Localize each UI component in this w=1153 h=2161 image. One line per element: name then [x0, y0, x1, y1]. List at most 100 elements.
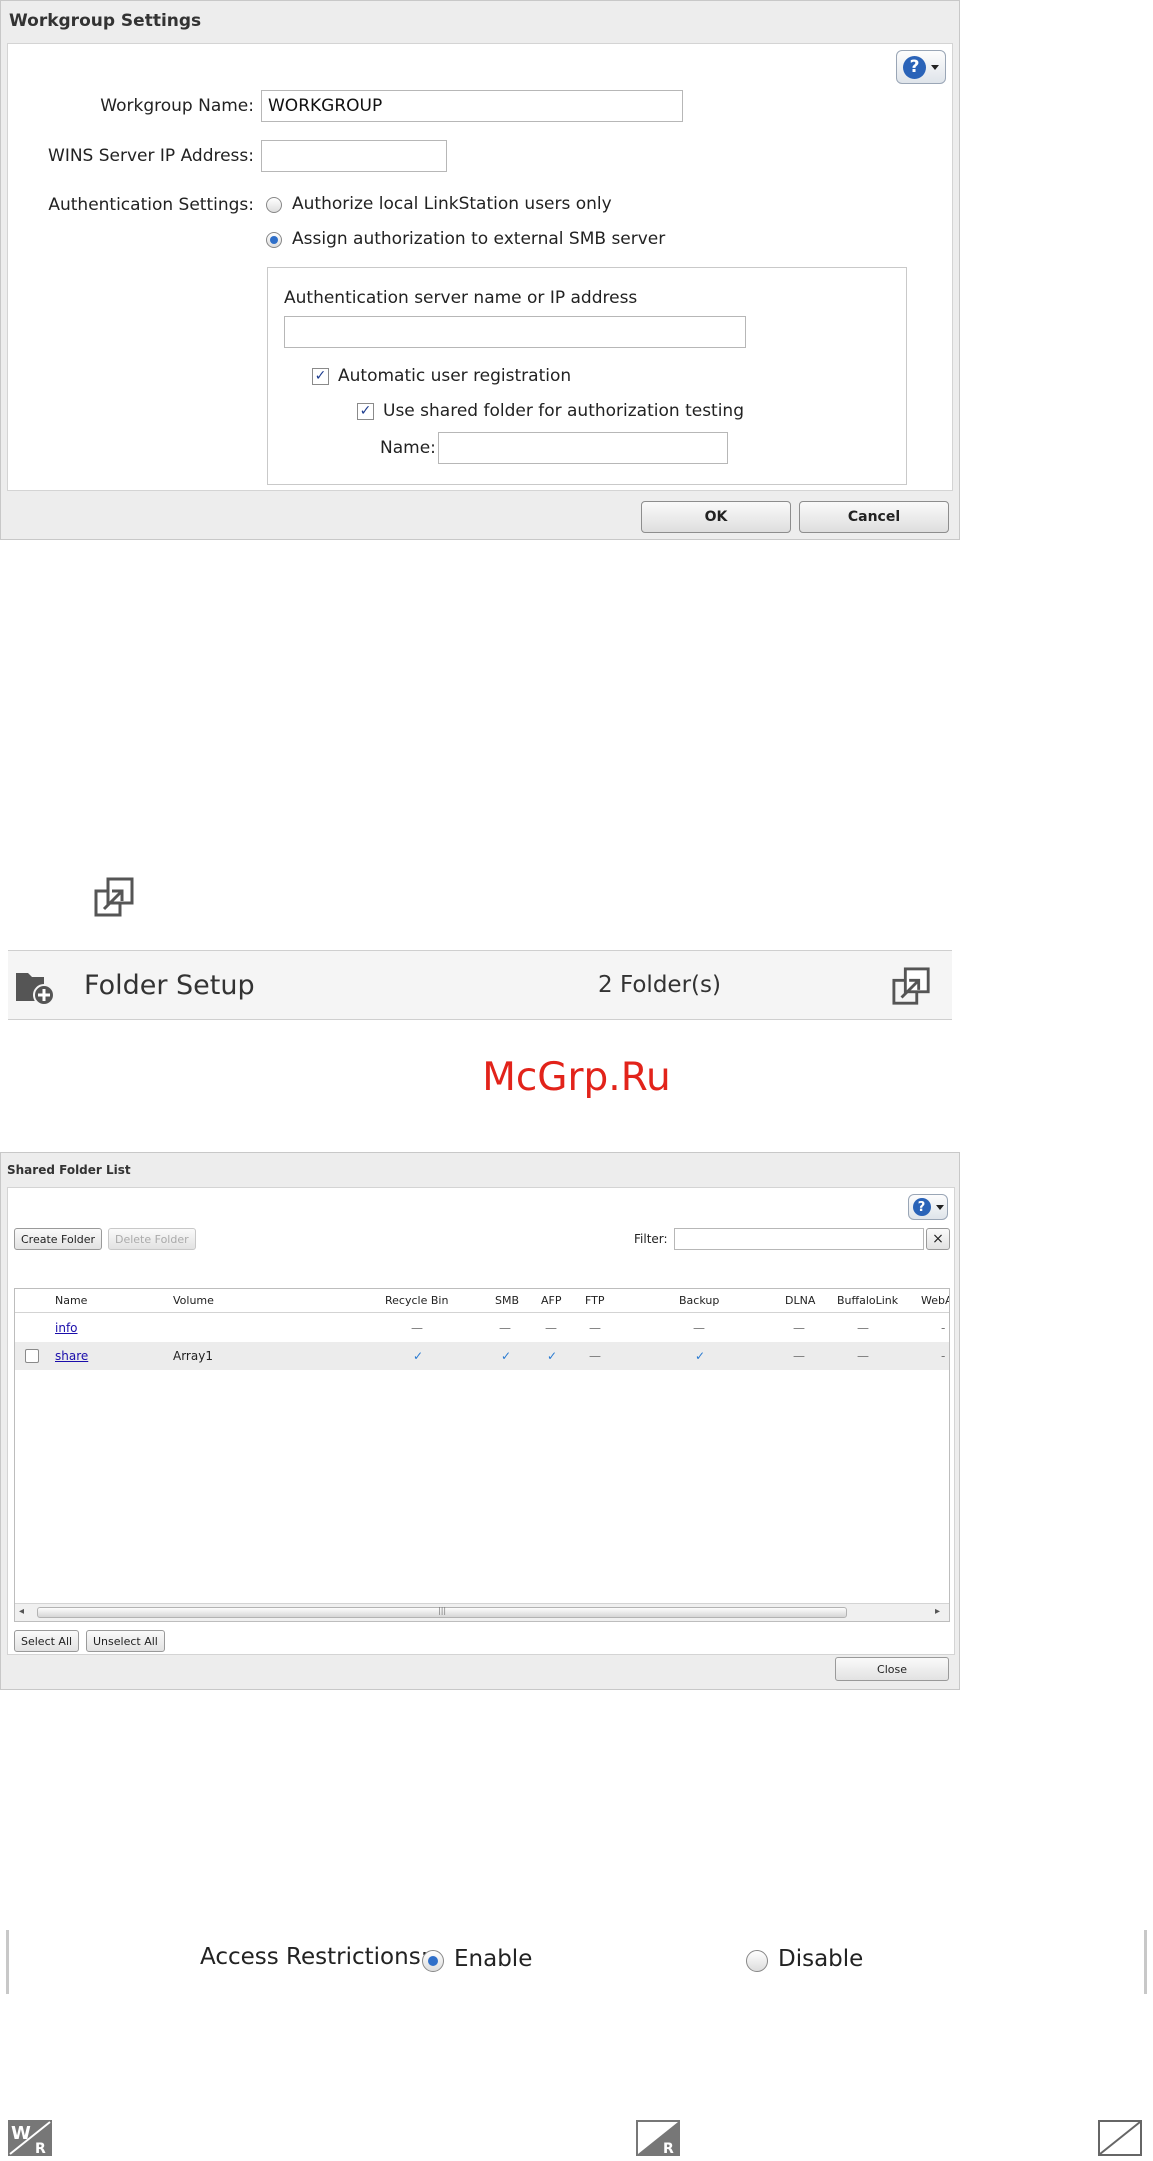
disable-radio[interactable] — [746, 1950, 768, 1972]
chevron-down-icon — [935, 1204, 944, 1210]
recycle-cell: ✓ — [413, 1349, 424, 1363]
help-button[interactable]: ? — [896, 50, 946, 84]
chevron-down-icon — [931, 64, 939, 70]
unselect-all-button[interactable]: Unselect All — [86, 1630, 165, 1652]
shared-folder-test-option[interactable]: ✓ Use shared folder for authorization te… — [357, 401, 777, 423]
ftp-cell: — — [589, 1321, 601, 1335]
ftp-cell: — — [589, 1349, 601, 1363]
auth-settings-label: Authentication Settings: — [48, 195, 254, 215]
create-folder-button[interactable]: Create Folder — [14, 1228, 103, 1250]
name-label: Name: — [380, 438, 436, 458]
help-icon: ? — [912, 1198, 931, 1216]
help-button[interactable]: ? — [908, 1194, 948, 1220]
scroll-left-icon[interactable]: ◂ — [19, 1606, 24, 1617]
workgroup-name-input[interactable] — [261, 90, 683, 122]
dialog-body: ? Create Folder Delete Folder Filter: × … — [7, 1187, 955, 1655]
delete-folder-button[interactable]: Delete Folder — [108, 1228, 196, 1250]
folder-name-link[interactable]: share — [55, 1349, 88, 1363]
scroll-right-icon[interactable]: ▸ — [935, 1606, 940, 1617]
horizontal-scrollbar[interactable]: ◂ ||| ▸ — [15, 1603, 949, 1621]
svg-text:W: W — [11, 2123, 31, 2144]
folder-setup-bar[interactable]: Folder Setup 2 Folder(s) — [8, 950, 952, 1020]
cancel-button[interactable]: Cancel — [799, 501, 949, 533]
grip-icon: ||| — [438, 1606, 447, 1615]
table-row[interactable]: info — — — — — — — - — [15, 1314, 949, 1342]
close-icon: × — [932, 1231, 944, 1247]
close-button[interactable]: Close — [835, 1657, 949, 1681]
expand-icon[interactable] — [94, 877, 136, 919]
folder-name-link[interactable]: info — [55, 1321, 78, 1335]
auto-registration-label: Automatic user registration — [338, 366, 572, 386]
auth-local-radio[interactable] — [266, 197, 282, 213]
watermark-text: McGrp.Ru — [482, 1055, 671, 1100]
ok-button[interactable]: OK — [641, 501, 791, 533]
folder-count: 2 Folder(s) — [598, 972, 721, 998]
auth-option-local[interactable]: Authorize local LinkStation users only — [266, 194, 686, 216]
divider — [6, 1930, 9, 1994]
buffalolink-cell: — — [857, 1321, 869, 1335]
svg-text:R: R — [663, 2141, 674, 2156]
clear-filter-button[interactable]: × — [926, 1228, 950, 1250]
column-header[interactable]: AFP — [541, 1294, 562, 1307]
folder-table: Name Volume Recycle Bin SMB AFP FTP Back… — [14, 1288, 950, 1622]
afp-cell: ✓ — [547, 1349, 558, 1363]
auth-local-label: Authorize local LinkStation users only — [292, 194, 612, 214]
auth-server-label: Authentication server name or IP address — [284, 288, 638, 308]
divider — [1144, 1930, 1147, 1994]
weba-cell: - — [941, 1321, 946, 1335]
auto-registration-option[interactable]: ✓ Automatic user registration — [312, 366, 632, 388]
scrollbar-thumb[interactable]: ||| — [37, 1606, 847, 1618]
no-access-icon — [1098, 2120, 1142, 2156]
backup-cell: ✓ — [695, 1349, 706, 1363]
access-disable-option[interactable]: Disable — [746, 1946, 886, 1976]
column-header[interactable]: Name — [55, 1294, 87, 1307]
row-checkbox[interactable] — [25, 1349, 39, 1363]
table-header: Name Volume Recycle Bin SMB AFP FTP Back… — [15, 1289, 949, 1313]
workgroup-name-label: Workgroup Name: — [100, 96, 254, 116]
smb-cell: — — [499, 1321, 511, 1335]
volume-cell: Array1 — [173, 1349, 213, 1363]
svg-text:R: R — [35, 2141, 46, 2156]
workgroup-settings-dialog: Workgroup Settings ? Workgroup Name: WIN… — [0, 0, 960, 540]
table-row[interactable]: share Array1 ✓ ✓ ✓ — ✓ — — - — [15, 1342, 949, 1370]
auto-registration-checkbox[interactable]: ✓ — [312, 368, 329, 385]
wins-server-label: WINS Server IP Address: — [48, 146, 254, 166]
select-all-button[interactable]: Select All — [14, 1630, 80, 1652]
column-header[interactable]: Volume — [173, 1294, 214, 1307]
enable-label: Enable — [454, 1946, 533, 1972]
column-header[interactable]: FTP — [585, 1294, 605, 1307]
smb-cell: ✓ — [501, 1349, 512, 1363]
wins-server-input[interactable] — [261, 140, 447, 172]
afp-cell: — — [545, 1321, 557, 1335]
column-header[interactable]: WebA — [921, 1294, 949, 1307]
buffalolink-cell: — — [857, 1349, 869, 1363]
shared-folder-test-checkbox[interactable]: ✓ — [357, 403, 374, 420]
disable-label: Disable — [778, 1946, 864, 1972]
column-header[interactable]: DLNA — [785, 1294, 815, 1307]
backup-cell: — — [693, 1321, 705, 1335]
filter-input[interactable] — [674, 1228, 924, 1250]
column-header[interactable]: SMB — [495, 1294, 519, 1307]
auth-server-input[interactable] — [284, 316, 746, 348]
weba-cell: - — [941, 1349, 946, 1363]
column-header[interactable]: Recycle Bin — [385, 1294, 448, 1307]
access-enable-option[interactable]: Enable — [422, 1946, 562, 1976]
auth-external-radio[interactable] — [266, 232, 282, 248]
shared-folder-list-dialog: Shared Folder List ? Create Folder Delet… — [0, 1152, 960, 1690]
name-input[interactable] — [438, 432, 728, 464]
read-write-icon: W R — [8, 2120, 52, 2156]
auth-option-external[interactable]: Assign authorization to external SMB ser… — [266, 229, 686, 251]
folder-setup-title: Folder Setup — [84, 970, 255, 1001]
read-only-icon: R — [636, 2120, 680, 2156]
enable-radio[interactable] — [422, 1950, 444, 1972]
access-restrictions-label: Access Restrictions: — [200, 1944, 429, 1970]
expand-icon[interactable] — [892, 967, 932, 1007]
column-header[interactable]: BuffaloLink — [837, 1294, 898, 1307]
shared-folder-test-label: Use shared folder for authorization test… — [383, 401, 745, 421]
dlna-cell: — — [793, 1349, 805, 1363]
dlna-cell: — — [793, 1321, 805, 1335]
column-header[interactable]: Backup — [679, 1294, 719, 1307]
help-icon: ? — [903, 55, 926, 79]
dialog-title: Workgroup Settings — [9, 11, 202, 31]
auth-external-label: Assign authorization to external SMB ser… — [292, 229, 666, 249]
